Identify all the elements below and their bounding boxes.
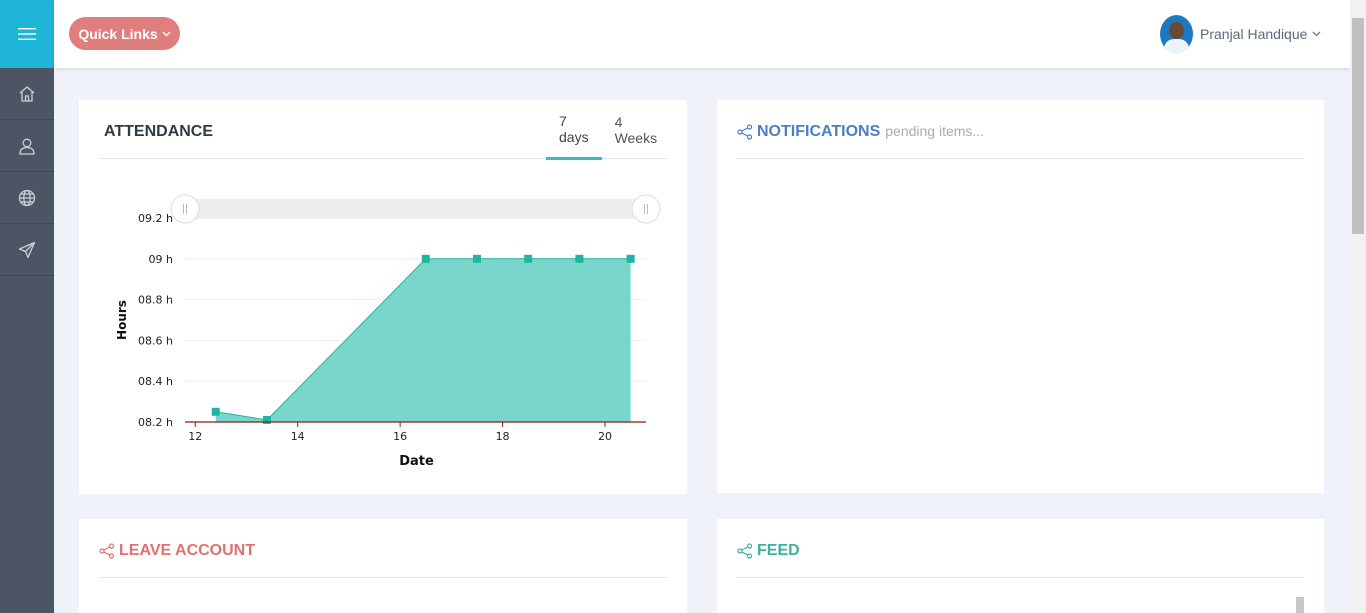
leave-account-title: LEAVE ACCOUNT [119,542,255,559]
x-tick-label: 16 [393,430,407,443]
avatar [1160,15,1193,53]
feed-title-wrap: FEED [737,542,800,560]
quick-links-label: Quick Links [78,25,158,42]
leave-account-panel: LEAVE ACCOUNT [79,519,687,613]
chevron-down-icon [1312,31,1321,37]
notifications-title: NOTIFICATIONS [757,123,881,140]
data-point [472,254,481,263]
sidebar-item-globe[interactable] [0,172,54,224]
zoom-slider-handle-right[interactable] [631,194,661,224]
sidebar-item-home[interactable] [0,68,54,120]
leave-account-title-wrap: LEAVE ACCOUNT [99,542,255,560]
y-tick-label: 09.2 h [138,212,173,225]
top-header: Quick Links Pranjal Handique [54,0,1350,68]
sidebar-toggle-button[interactable] [0,0,54,68]
chevron-down-icon [162,31,171,36]
sidebar [0,0,54,613]
share-icon [737,543,753,559]
feed-scrollbar[interactable] [1296,597,1304,613]
y-tick-label: 08.4 h [138,375,173,388]
data-point [575,254,584,263]
sidebar-item-profile[interactable] [0,120,54,172]
y-axis-title: Hours [115,300,129,340]
attendance-panel: ATTENDANCE 7 days 4 Weeks 08.2 h 08.4 h 08… [79,100,687,494]
feed-header: FEED [737,519,1304,578]
home-icon [19,85,35,102]
y-tick-label: 08.2 h [138,416,173,429]
x-tick-label: 18 [496,430,510,443]
zoom-slider-handle-left[interactable] [170,194,200,224]
data-point [262,415,271,424]
scrollbar-thumb[interactable] [1352,18,1364,234]
send-icon [18,241,36,258]
y-tick-label: 09 h [149,253,173,266]
notifications-panel: NOTIFICATIONS pending items... [717,100,1324,493]
x-tick-label: 14 [291,430,305,443]
notifications-subtitle: pending items... [885,123,985,139]
x-tick-label: 12 [188,430,202,443]
share-icon [99,543,115,559]
quick-links-button[interactable]: Quick Links [69,17,180,50]
share-icon [737,124,753,140]
sidebar-item-send[interactable] [0,224,54,276]
zoom-slider-track [185,199,646,219]
attendance-chart: 08.2 h 08.4 h 08.6 h 08.8 h 09 h 09.2 h 12 14 16… [115,194,661,469]
user-name: Pranjal Handique [1200,26,1308,42]
y-tick-label: 08.6 h [138,334,173,347]
data-point [421,254,430,263]
x-axis-title: Date [399,454,434,469]
data-point [626,254,635,263]
globe-icon [18,189,36,206]
y-tick-label: 08.8 h [138,294,173,307]
feed-panel: FEED [717,519,1324,613]
notifications-title-wrap: NOTIFICATIONS pending items... [737,123,984,141]
user-icon [19,138,35,155]
notifications-header: NOTIFICATIONS pending items... [737,100,1304,159]
leave-account-header: LEAVE ACCOUNT [99,519,667,578]
x-tick-label: 20 [598,430,612,443]
page-scrollbar[interactable] [1350,0,1366,613]
hamburger-menu-icon [18,28,36,40]
data-point [211,407,220,416]
feed-title: FEED [757,542,800,559]
data-point [524,254,533,263]
user-menu[interactable]: Pranjal Handique [1160,15,1321,53]
